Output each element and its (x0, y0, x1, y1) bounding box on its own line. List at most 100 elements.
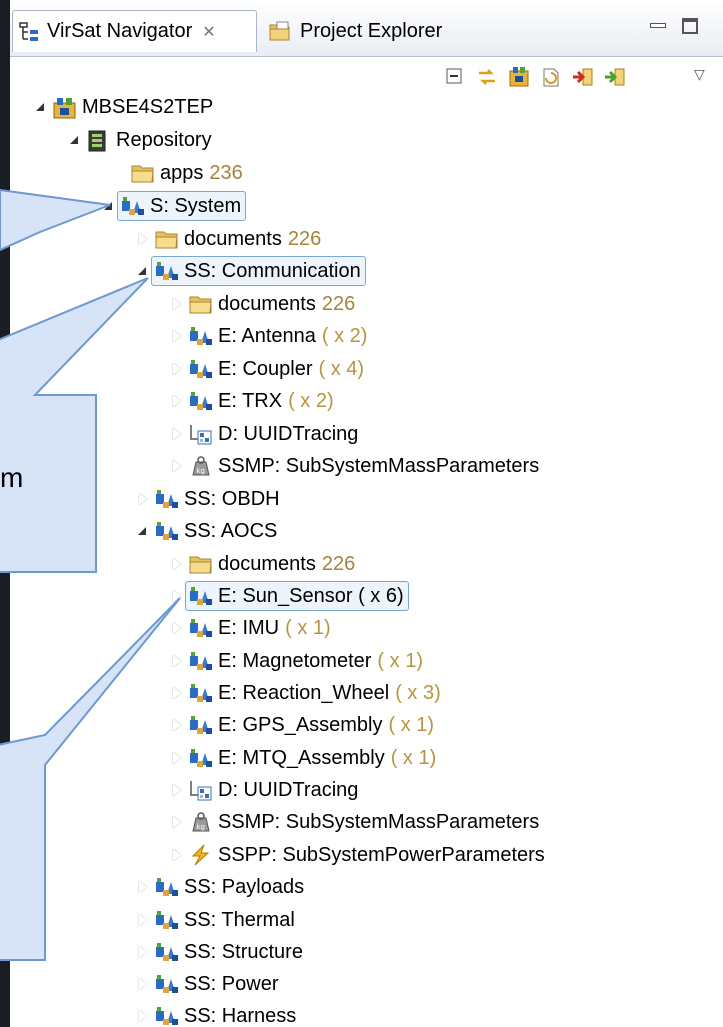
collapsed-arrow-icon[interactable] (168, 775, 188, 805)
collapse-all-button[interactable] (440, 62, 470, 92)
navigator-panel: VirSat Navigator ✕ Project Explorer ▽ MB… (10, 0, 723, 1027)
element-icon (120, 195, 144, 217)
tree-item[interactable]: SS: Payloads (134, 872, 304, 902)
tree-item-label: E: Antenna (218, 324, 316, 347)
collapsed-arrow-icon[interactable] (168, 451, 188, 481)
tree-item[interactable]: SS: Thermal (134, 905, 295, 935)
export-icon (605, 68, 625, 86)
tree-item[interactable]: E: IMU( x 1) (168, 613, 331, 643)
view-menu-chevron-icon[interactable]: ▽ (694, 66, 705, 83)
collapsed-arrow-icon[interactable] (168, 646, 188, 676)
new-repository-button[interactable] (504, 62, 534, 92)
collapsed-arrow-icon[interactable] (168, 354, 188, 384)
tab-project-explorer-label: Project Explorer (300, 19, 443, 42)
element-icon (188, 747, 212, 769)
collapsed-arrow-icon[interactable] (168, 840, 188, 870)
tree-item[interactable]: SS: Communication (134, 256, 366, 286)
checkout-icon (543, 68, 559, 87)
tree-item-label: SSMP: SubSystemMassParameters (218, 810, 540, 833)
collapsed-arrow-icon[interactable] (134, 484, 154, 514)
collapsed-arrow-icon[interactable] (168, 678, 188, 708)
collapsed-arrow-icon[interactable] (168, 613, 188, 643)
tracing-icon (188, 423, 212, 445)
collapsed-arrow-icon[interactable] (168, 581, 188, 611)
tree-item-label: SS: Communication (184, 259, 361, 282)
expanded-arrow-icon[interactable] (134, 516, 154, 546)
element-icon (154, 1005, 178, 1027)
tree-item[interactable]: E: TRX( x 2) (168, 386, 334, 416)
collapsed-arrow-icon[interactable] (134, 872, 154, 902)
expanded-arrow-icon[interactable] (66, 125, 86, 155)
collapsed-arrow-icon[interactable] (168, 710, 188, 740)
instance-multiplicity: ( x 1) (377, 649, 423, 672)
tree-item-label: SS: Payloads (184, 875, 305, 898)
tree-item[interactable]: E: Magnetometer( x 1) (168, 646, 423, 676)
tree-item[interactable]: documents 226 (134, 224, 321, 254)
tab-virsat-navigator[interactable]: VirSat Navigator ✕ (12, 10, 257, 52)
collapsed-arrow-icon[interactable] (168, 386, 188, 416)
tree-item[interactable]: Repository (66, 125, 212, 155)
tree-item[interactable]: documents 226 (168, 549, 355, 579)
collapsed-arrow-icon[interactable] (168, 419, 188, 449)
tree-item[interactable]: MBSE4S2TEP (32, 92, 213, 122)
window-left-edge (0, 0, 10, 1027)
expanded-arrow-icon[interactable] (100, 191, 120, 221)
element-icon (154, 973, 178, 995)
tree-item-label: E: Sun_Sensor ( x 6) (218, 584, 404, 607)
tree-item-label: apps (160, 161, 204, 184)
navigator-view-icon (19, 21, 38, 41)
expanded-arrow-icon[interactable] (32, 92, 52, 122)
collapsed-arrow-icon[interactable] (134, 905, 154, 935)
tree-item[interactable]: E: Antenna( x 2) (168, 321, 367, 351)
tree-item[interactable]: SS: AOCS (134, 516, 277, 546)
tree-item-label: SS: Power (184, 972, 279, 995)
tree-item[interactable]: D: UUIDTracing (168, 419, 358, 449)
collapsed-arrow-icon[interactable] (134, 937, 154, 967)
element-icon (188, 358, 212, 380)
tree-item[interactable]: SS: Structure (134, 937, 303, 967)
tree-item[interactable]: E: Reaction_Wheel( x 3) (168, 678, 441, 708)
collapsed-arrow-icon[interactable] (134, 1001, 154, 1027)
instance-multiplicity: ( x 4) (318, 357, 365, 380)
tree-item[interactable]: kg SSMP: SubSystemMassParameters (168, 451, 539, 481)
tree-item[interactable]: documents 226 (168, 289, 355, 319)
checkout-button[interactable] (536, 62, 566, 92)
tree-item[interactable]: SS: Harness (134, 1001, 296, 1027)
tree-item[interactable]: SSPP: SubSystemPowerParameters (168, 840, 545, 870)
tree-item-label: SS: Structure (184, 940, 303, 963)
tree-item[interactable]: D: UUIDTracing (168, 775, 358, 805)
collapsed-arrow-icon[interactable] (168, 807, 188, 837)
element-icon (154, 876, 178, 898)
collapsed-arrow-icon[interactable] (168, 289, 188, 319)
instance-multiplicity: ( x 1) (390, 746, 437, 769)
tree-item[interactable]: S: System (100, 191, 247, 221)
tree-item[interactable]: SS: OBDH (134, 484, 280, 514)
close-icon[interactable]: ✕ (202, 22, 215, 42)
repository-tree-icon (509, 67, 529, 87)
tree-item[interactable]: kg SSMP: SubSystemMassParameters (168, 807, 539, 837)
tree-item[interactable]: E: Coupler( x 4) (168, 354, 364, 384)
collapsed-arrow-icon[interactable] (134, 224, 154, 254)
export-button[interactable] (600, 62, 630, 92)
tree-item[interactable]: apps 236 (110, 158, 243, 188)
tree-item[interactable]: SS: Power (134, 969, 278, 999)
tree-item-label: E: Coupler (218, 357, 313, 380)
collapsed-arrow-icon[interactable] (134, 969, 154, 999)
element-icon (188, 682, 212, 704)
svg-text:kg: kg (197, 467, 206, 475)
expanded-arrow-icon[interactable] (134, 256, 154, 286)
tree-item-label: SS: Harness (184, 1004, 297, 1027)
item-count: 236 (209, 161, 243, 184)
tree-item[interactable]: E: GPS_Assembly( x 1) (168, 710, 434, 740)
tree-item[interactable]: E: Sun_Sensor ( x 6) (168, 581, 409, 611)
collapsed-arrow-icon[interactable] (168, 321, 188, 351)
import-button[interactable] (568, 62, 598, 92)
callout-fragment-text: m (0, 462, 24, 493)
maximize-button[interactable] (682, 18, 698, 34)
collapsed-arrow-icon[interactable] (168, 549, 188, 579)
tree-item[interactable]: E: MTQ_Assembly( x 1) (168, 743, 436, 773)
minimize-button[interactable] (650, 18, 666, 32)
collapsed-arrow-icon[interactable] (168, 743, 188, 773)
link-with-editor-button[interactable] (472, 62, 502, 92)
tab-project-explorer[interactable]: Project Explorer (262, 10, 472, 52)
